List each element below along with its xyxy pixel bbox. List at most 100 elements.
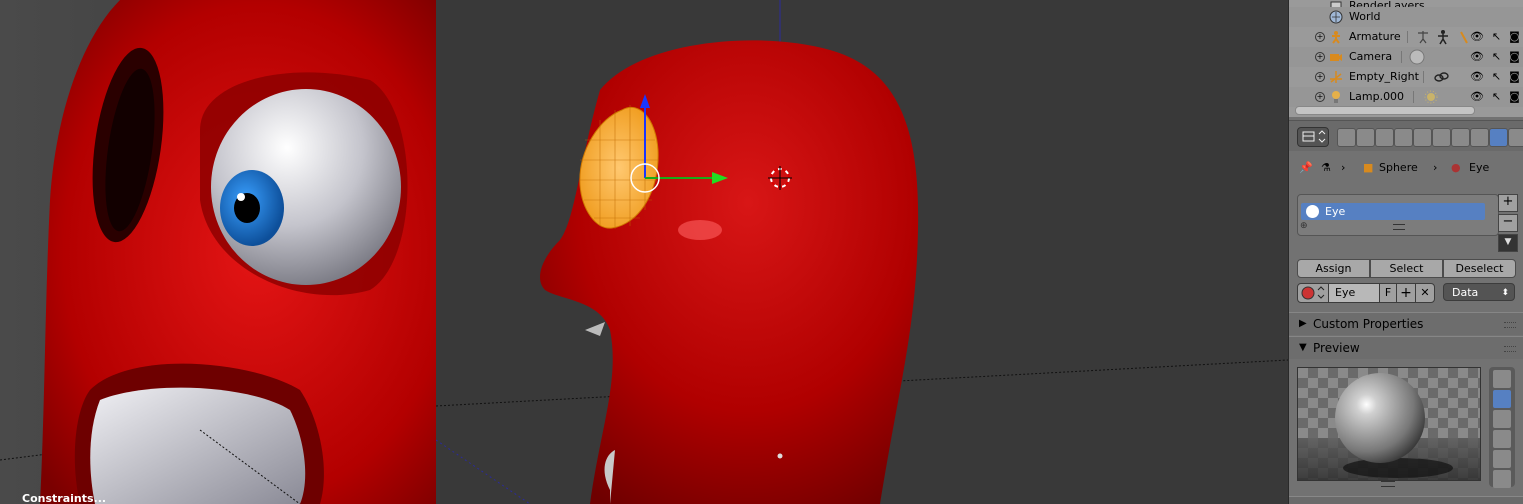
outliner-row-camera[interactable]: + Camera 👁 ↖ ◙ xyxy=(1289,47,1523,67)
preview-hair-icon[interactable] xyxy=(1493,450,1511,468)
expand-icon[interactable]: + xyxy=(1315,92,1325,102)
object-tab-icon[interactable] xyxy=(1413,128,1432,147)
expand-icon[interactable]: + xyxy=(1315,52,1325,62)
outliner-label: World xyxy=(1349,10,1381,23)
material-slot-label: Eye xyxy=(1325,205,1346,218)
material-name-field[interactable]: Eye xyxy=(1328,283,1380,303)
3d-viewport[interactable]: Constraints... xyxy=(0,0,1288,504)
select-arrow-icon[interactable]: ↖ xyxy=(1490,50,1503,63)
constraints-tab-icon[interactable] xyxy=(1432,128,1451,147)
preview-sphere-icon[interactable] xyxy=(1493,390,1511,408)
visibility-eye-icon[interactable]: 👁 xyxy=(1470,30,1484,43)
outliner-scrollbar[interactable] xyxy=(1295,106,1475,115)
render-layers-tab-icon[interactable] xyxy=(1356,128,1375,147)
modifiers-tab-icon[interactable] xyxy=(1451,128,1470,147)
chevron-updown-icon: ⬍ xyxy=(1501,288,1509,298)
breadcrumb-separator-icon: › xyxy=(1341,161,1346,174)
breadcrumb-separator-icon: › xyxy=(1433,161,1438,174)
scene-tab-icon[interactable] xyxy=(1375,128,1394,147)
add-slot-button[interactable]: + xyxy=(1498,194,1518,212)
expand-icon[interactable]: + xyxy=(1315,32,1325,42)
breadcrumb-object: Sphere xyxy=(1379,161,1418,174)
scene-object-icon: ⚗ xyxy=(1321,161,1331,174)
render-preview-panel xyxy=(0,0,436,504)
panel-grip-icon[interactable] xyxy=(1504,322,1516,328)
list-resize-grip[interactable] xyxy=(1393,224,1405,230)
material-datablock-row: Eye F + ✕ Data ⬍ xyxy=(1297,283,1516,303)
slot-action-buttons: Assign Select Deselect xyxy=(1297,259,1516,278)
select-arrow-icon[interactable]: ↖ xyxy=(1490,70,1503,83)
material-slot-item[interactable]: Eye xyxy=(1301,203,1485,220)
select-button[interactable]: Select xyxy=(1370,259,1443,278)
visibility-eye-icon[interactable]: 👁 xyxy=(1470,90,1484,103)
link-type-dropdown[interactable]: Data ⬍ xyxy=(1443,283,1515,301)
armature-data-icon xyxy=(1435,29,1451,45)
outliner-row-empty-right[interactable]: + Empty_Right 👁 ↖ ◙ xyxy=(1289,67,1523,87)
select-arrow-icon[interactable]: ↖ xyxy=(1490,30,1503,43)
editor-type-selector[interactable] xyxy=(1297,127,1329,147)
list-filter-icon[interactable]: ⊕ xyxy=(1300,221,1308,231)
fake-user-button[interactable]: F xyxy=(1379,283,1397,303)
preview-world-sphere-icon[interactable] xyxy=(1493,470,1511,488)
rendered-character xyxy=(0,0,436,504)
constraint-link-icon xyxy=(1433,69,1449,85)
mesh-cube-icon: ■ xyxy=(1363,161,1374,174)
section-title: Custom Properties xyxy=(1313,317,1424,331)
camera-icon xyxy=(1329,50,1343,64)
data-tab-icon[interactable] xyxy=(1470,128,1489,147)
material-browse-button[interactable] xyxy=(1297,283,1329,303)
render-tab-icon[interactable] xyxy=(1337,128,1356,147)
link-type-label: Data xyxy=(1452,286,1479,299)
custom-properties-panel-header[interactable]: ▶ Custom Properties xyxy=(1289,312,1523,335)
camera-data-icon xyxy=(1409,49,1425,65)
material-icon: ● xyxy=(1451,161,1461,174)
outliner-row-lamp[interactable]: + Lamp.000 👁 ↖ ◙ xyxy=(1289,87,1523,107)
breadcrumb: 📌 ⚗ › ■ Sphere › ● Eye xyxy=(1289,156,1523,180)
deselect-button[interactable]: Deselect xyxy=(1443,259,1516,278)
remove-slot-button[interactable]: − xyxy=(1498,214,1518,232)
panel-grip-icon[interactable] xyxy=(1504,346,1516,352)
outliner[interactable]: RenderLayers World + Armature 👁 ↖ ◙ + Ca… xyxy=(1289,0,1523,117)
expand-icon[interactable]: + xyxy=(1315,72,1325,82)
material-slot-list[interactable]: Eye ⊕ xyxy=(1297,194,1499,236)
pin-icon[interactable]: 📌 xyxy=(1299,161,1313,174)
lamp-data-icon xyxy=(1423,89,1439,105)
render-camera-icon[interactable]: ◙ xyxy=(1508,30,1521,43)
viewport-footer-label: Constraints... xyxy=(22,492,107,504)
render-camera-icon[interactable]: ◙ xyxy=(1508,90,1521,103)
outliner-label: Lamp.000 xyxy=(1349,90,1405,103)
render-teeth xyxy=(90,387,306,504)
outliner-label: Camera xyxy=(1349,50,1393,63)
outliner-label: Armature xyxy=(1349,30,1401,43)
material-tab-icon[interactable] xyxy=(1489,128,1508,147)
assign-button[interactable]: Assign xyxy=(1297,259,1370,278)
preview-panel-header[interactable]: ▼ Preview xyxy=(1289,336,1523,359)
render-camera-icon[interactable]: ◙ xyxy=(1508,70,1521,83)
expanded-arrow-icon: ▼ xyxy=(1299,342,1307,353)
visibility-eye-icon[interactable]: 👁 xyxy=(1470,50,1484,63)
right-panel: RenderLayers World + Armature 👁 ↖ ◙ + Ca… xyxy=(1288,0,1523,504)
next-panel-header[interactable] xyxy=(1289,496,1523,504)
preview-cube-icon[interactable] xyxy=(1493,410,1511,428)
preview-type-strip xyxy=(1489,367,1515,488)
outliner-row-armature[interactable]: + Armature 👁 ↖ ◙ xyxy=(1289,27,1523,47)
material-preview-render xyxy=(1297,367,1481,481)
select-arrow-icon[interactable]: ↖ xyxy=(1490,90,1503,103)
visibility-eye-icon[interactable]: 👁 xyxy=(1470,70,1484,83)
breadcrumb-material: Eye xyxy=(1469,161,1490,174)
preview-flat-icon[interactable] xyxy=(1493,370,1511,388)
armature-icon xyxy=(1329,30,1343,44)
outliner-label: Empty_Right xyxy=(1349,70,1419,83)
preview-monkey-icon[interactable] xyxy=(1493,430,1511,448)
lamp-icon xyxy=(1329,90,1343,104)
preview-resize-grip[interactable] xyxy=(1381,481,1395,487)
unlink-material-button[interactable]: ✕ xyxy=(1415,283,1435,303)
texture-tab-icon[interactable] xyxy=(1508,128,1523,147)
head-mesh xyxy=(540,40,919,504)
render-camera-icon[interactable]: ◙ xyxy=(1508,50,1521,63)
section-title: Preview xyxy=(1313,341,1360,355)
outliner-row-world[interactable]: World xyxy=(1289,7,1523,27)
world-tab-icon[interactable] xyxy=(1394,128,1413,147)
new-material-button[interactable]: + xyxy=(1396,283,1416,303)
slot-specials-button[interactable]: ▼ xyxy=(1498,234,1518,252)
